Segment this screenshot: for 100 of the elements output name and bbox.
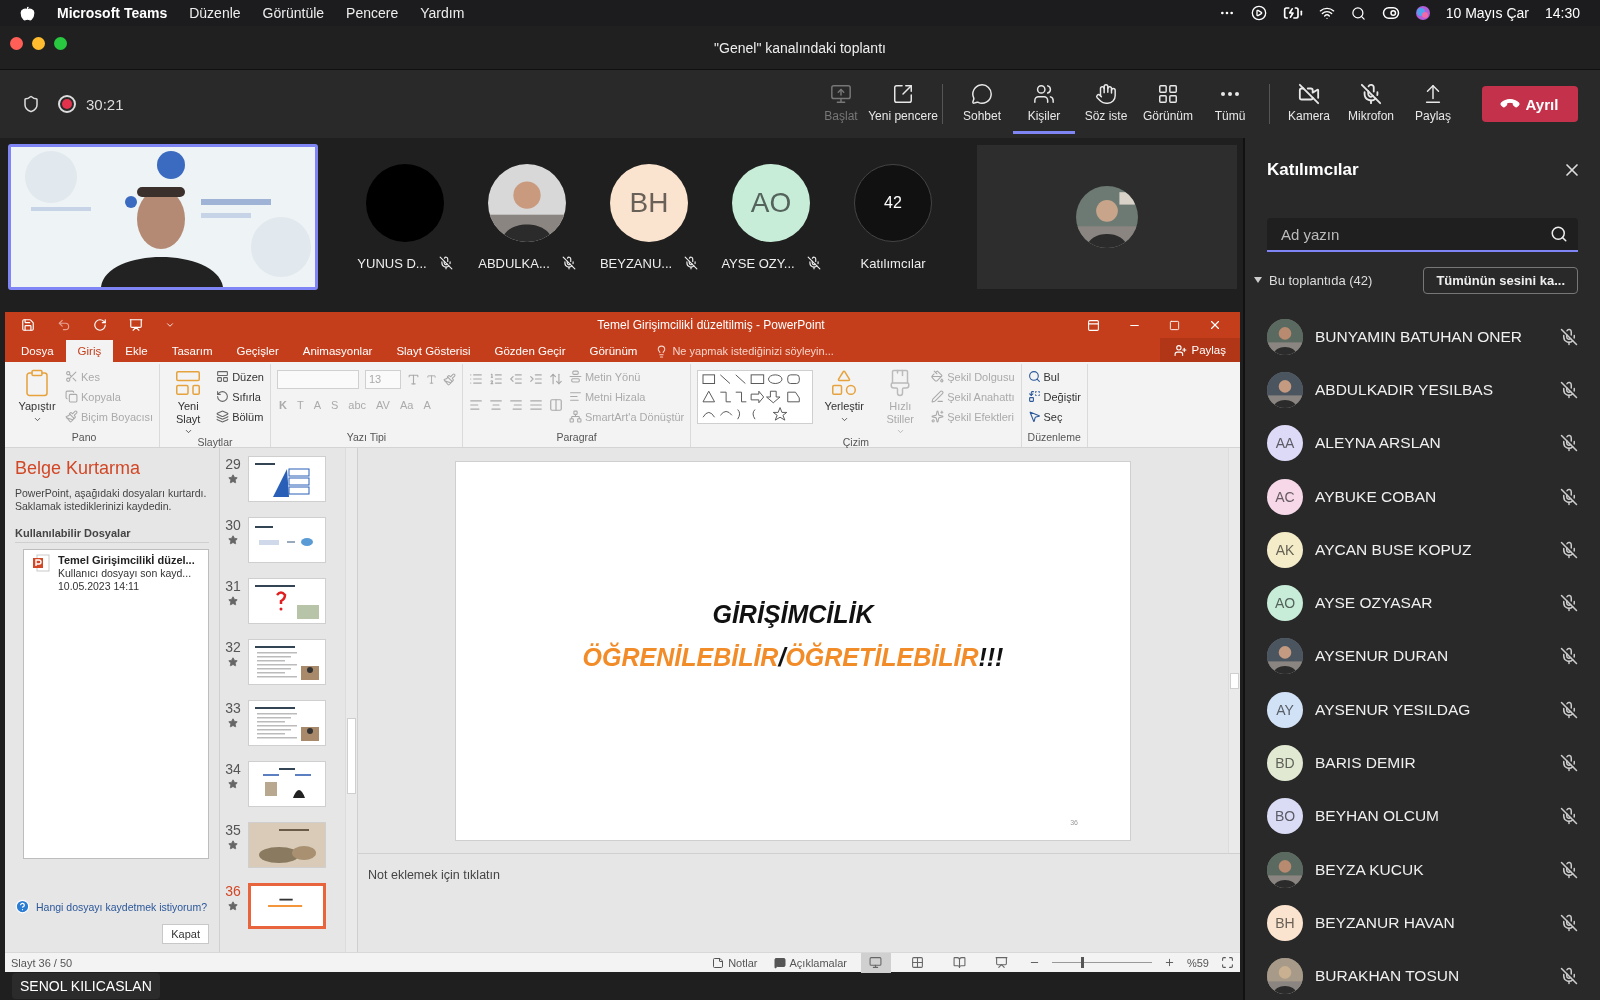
avatar: AY: [1267, 691, 1303, 728]
scissors-icon: [65, 370, 78, 383]
notes-field[interactable]: Not eklemek için tıklatın: [358, 854, 1240, 952]
search-icon[interactable]: [1350, 5, 1366, 21]
slide-thumbnail[interactable]: [248, 456, 326, 502]
avatar: BH: [610, 163, 688, 242]
ribbon-tab[interactable]: Gözden Geçir: [482, 340, 578, 362]
menu-item[interactable]: Microsoft Teams: [57, 5, 168, 21]
slide-thumbnail[interactable]: [248, 822, 326, 868]
control-center-icon[interactable]: [1381, 4, 1400, 22]
toolbar-button[interactable]: Görünüm: [1137, 74, 1199, 134]
siri-icon[interactable]: [1415, 6, 1430, 20]
ribbon-button[interactable]: Sıfırla: [216, 388, 264, 405]
toolbar-button[interactable]: Söz iste: [1075, 74, 1137, 134]
ribbon-tab[interactable]: Slayt Gösterisi: [384, 340, 483, 362]
ribbon-tab[interactable]: Ekle: [113, 340, 160, 362]
toolbar-button[interactable]: Kişiler: [1013, 74, 1075, 134]
ribbon-tab[interactable]: Dosya: [9, 340, 66, 362]
toolbar-button[interactable]: Tümü: [1199, 74, 1261, 134]
text-direction-icon: [568, 370, 582, 383]
zoom-level[interactable]: %59: [1186, 956, 1209, 969]
zoom-slider[interactable]: [1051, 957, 1152, 968]
ribbon-button[interactable]: Bölüm: [216, 408, 264, 425]
slide-thumbnail[interactable]: [248, 883, 326, 929]
menu-item[interactable]: Düzenle: [189, 5, 241, 21]
repeat-icon[interactable]: [93, 318, 107, 332]
slide-thumbnail[interactable]: [248, 517, 326, 563]
close-button[interactable]: Kapat: [162, 924, 209, 944]
save-icon[interactable]: [21, 318, 35, 332]
slide-thumbnail[interactable]: [248, 700, 326, 746]
participant-count[interactable]: 42: [854, 163, 932, 242]
smartart-icon: [568, 410, 582, 423]
align-icon: [568, 390, 582, 403]
participant-name: BARIS DEMIR: [1315, 754, 1416, 772]
file-name[interactable]: Temel Girişimcilikİ düzel...: [58, 554, 195, 567]
group-label: Slaytlar: [196, 436, 234, 449]
ribbon-button[interactable]: Yerleştir: [819, 368, 870, 424]
menu-item[interactable]: Yardım: [420, 5, 465, 21]
group-label: Yazı Tipi: [345, 431, 388, 445]
ribbon-tab[interactable]: Görünüm: [577, 340, 650, 362]
ribbon-tab[interactable]: Tasarım: [159, 340, 225, 362]
toolbar-button[interactable]: Sohbet: [951, 74, 1013, 134]
participant-name: ALEYNA ARSLAN: [1315, 434, 1441, 453]
play-icon[interactable]: [1250, 5, 1267, 21]
ribbon-button[interactable]: Değiştir: [1027, 388, 1081, 405]
close-icon[interactable]: [1208, 318, 1222, 332]
ribbon-options-icon[interactable]: [1087, 318, 1100, 332]
scrollbar[interactable]: [345, 448, 357, 952]
slide-number: 29: [225, 456, 241, 472]
avatar: BO: [1267, 798, 1303, 835]
ribbon-tab[interactable]: Animasyonlar: [290, 340, 385, 362]
customize-icon[interactable]: [165, 320, 175, 330]
panel-title: Katılımcılar: [1267, 160, 1359, 180]
font-name-field[interactable]: [276, 369, 359, 389]
close-window-icon[interactable]: [10, 37, 23, 50]
toolbar-button[interactable]: Paylaş: [1402, 74, 1464, 134]
ribbon-button[interactable]: Seç: [1027, 408, 1081, 425]
ribbon-tab[interactable]: Geçişler: [224, 340, 291, 362]
notes-button[interactable]: Notlar: [710, 956, 760, 969]
present-icon[interactable]: [129, 318, 143, 332]
fit-icon[interactable]: [1221, 956, 1234, 969]
ribbon-tab[interactable]: Giriş: [65, 340, 114, 362]
shield-icon[interactable]: [22, 95, 40, 113]
help-link[interactable]: Hangi dosyayı kaydetmek istiyorum?: [36, 900, 207, 913]
participant-name: ABDULKA...: [478, 255, 550, 271]
search-box[interactable]: Ad yazın: [1267, 218, 1578, 252]
caret-icon: [1253, 275, 1263, 285]
pane-description: PowerPoint, aşağıdaki dosyaları kurtardı. Saklamak istediklerinizi kaydedin.: [15, 487, 208, 514]
menu-item[interactable]: Görüntüle: [262, 5, 325, 21]
normal-view-button[interactable]: [860, 952, 891, 973]
menu-item[interactable]: Pencere: [346, 5, 399, 21]
pane-title: Belge Kurtarma: [15, 458, 142, 479]
toolbar-button[interactable]: Mikrofon: [1340, 74, 1402, 134]
wifi-icon[interactable]: [1318, 5, 1335, 21]
apple-icon[interactable]: [20, 5, 35, 21]
share-button[interactable]: Paylaş: [1160, 338, 1240, 362]
ribbon-button[interactable]: Düzen: [216, 368, 264, 385]
zoom-thumb[interactable]: [1080, 957, 1084, 968]
group-label: Pano: [70, 431, 98, 445]
star-icon: [228, 901, 238, 911]
ribbon-button[interactable]: Bul: [1027, 368, 1081, 385]
zoom-window-icon[interactable]: [54, 37, 67, 50]
mute-all-button[interactable]: Tümünün sesini ka...: [1423, 266, 1578, 294]
scrollbar[interactable]: [1228, 448, 1240, 853]
slide-thumbnail[interactable]: [248, 578, 326, 624]
slide-number: 32: [225, 639, 241, 655]
ribbon-button[interactable]: Yeni Slayt: [166, 368, 211, 437]
section-toggle[interactable]: Bu toplantıda (42): [1253, 272, 1373, 288]
minimize-window-icon[interactable]: [32, 37, 45, 50]
slide-thumbnail[interactable]: [248, 761, 326, 807]
comments-button[interactable]: Açıklamalar: [771, 956, 849, 969]
search-field[interactable]: Ad yazın: [1279, 224, 1550, 244]
leave-button[interactable]: Ayrıl: [1482, 86, 1578, 122]
zoom-in-icon[interactable]: [1163, 957, 1175, 968]
restore-icon[interactable]: [1169, 319, 1180, 331]
tell-me-field[interactable]: Ne yapmak istediğinizi söyleyin...: [672, 345, 834, 357]
toolbar-button[interactable]: Kamera: [1278, 74, 1340, 134]
slide-number: 34: [225, 761, 241, 777]
ribbon-button[interactable]: Yapıştır: [15, 368, 59, 424]
slide-thumbnail[interactable]: [248, 639, 326, 685]
